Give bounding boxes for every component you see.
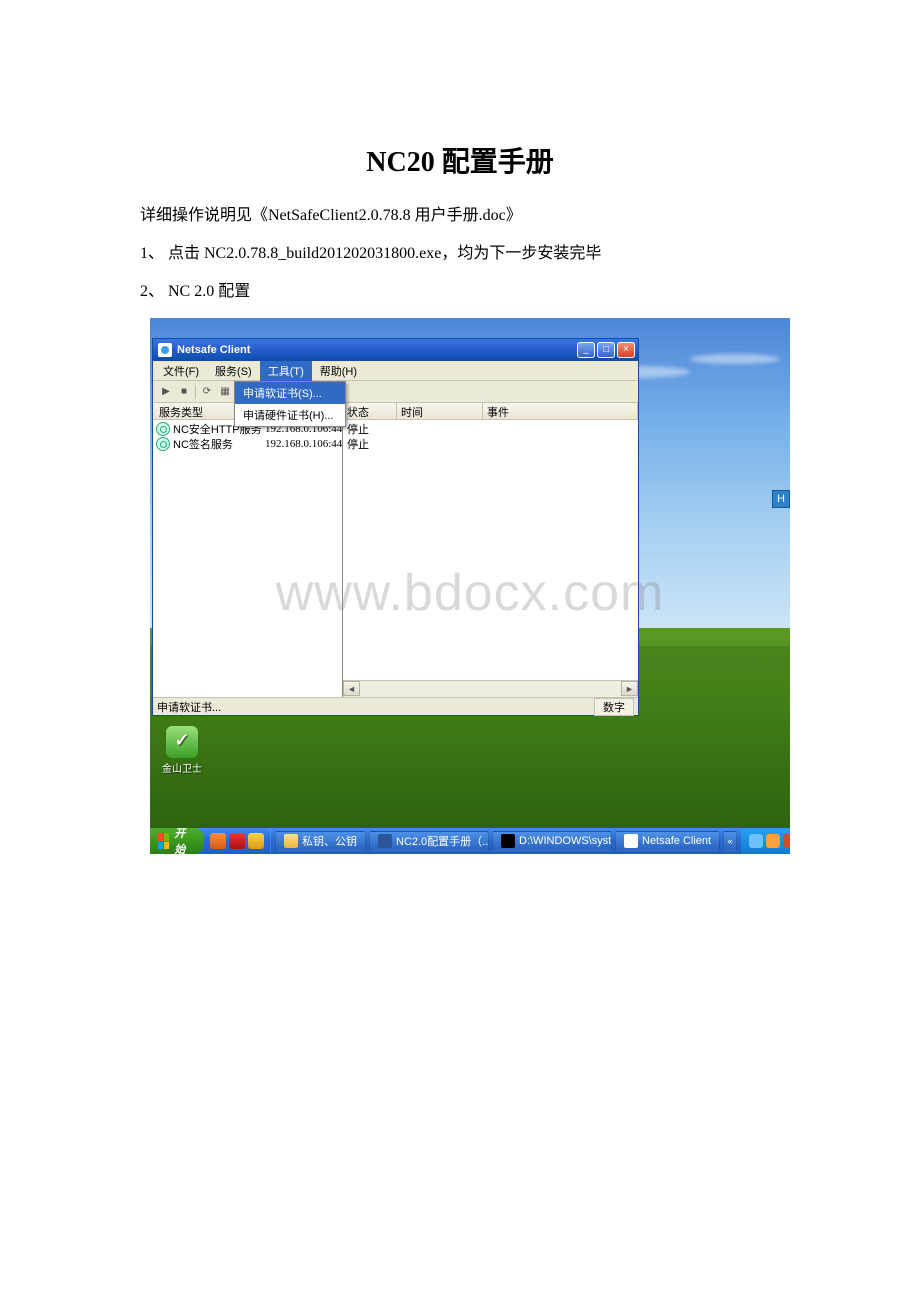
dropdown-apply-hard-cert[interactable]: 申请硬件证书(H)... — [235, 404, 345, 426]
quick-launch-icon[interactable] — [248, 833, 264, 849]
tray-icon[interactable] — [766, 834, 780, 848]
toolbar: ▶ ■ ⟳ ▦ — [153, 381, 638, 403]
toolbar-play-icon[interactable]: ▶ — [159, 385, 173, 399]
minimize-button[interactable]: _ — [577, 342, 595, 358]
word-icon — [378, 834, 392, 848]
menubar: 文件(F) 服务(S) 工具(T) 帮助(H) — [153, 361, 638, 381]
taskbar-button[interactable]: NC2.0配置手册（... — [369, 831, 489, 851]
right-pane: 状态 时间 事件 停止 停止 ◄ — [343, 403, 638, 697]
doc-step-2: 2、 NC 2.0 配置 — [140, 280, 780, 304]
windows-logo-icon — [158, 833, 169, 849]
start-label: 开始 — [174, 825, 190, 854]
horizontal-scrollbar[interactable]: ◄ ► — [343, 680, 638, 697]
status-row[interactable]: 停止 — [343, 421, 638, 436]
status-cell: 停止 — [343, 421, 397, 437]
menu-file[interactable]: 文件(F) — [155, 361, 207, 381]
service-icon — [156, 437, 170, 451]
system-tray: 17:15 — [741, 828, 790, 854]
content-panes: 服务类型 NC安全HTTP服务 192.168.0.106:446 NC签名服务… — [153, 403, 638, 697]
menu-tool[interactable]: 工具(T) — [260, 361, 312, 381]
doc-line-intro: 详细操作说明见《NetSafeClient2.0.78.8 用户手册.doc》 — [140, 204, 780, 228]
tray-icon[interactable] — [749, 834, 763, 848]
taskbar-button-label: 私钥、公钥 — [302, 833, 357, 849]
left-pane: 服务类型 NC安全HTTP服务 192.168.0.106:446 NC签名服务… — [153, 403, 343, 697]
titlebar[interactable]: Netsafe Client _ □ × — [153, 339, 638, 361]
menu-help[interactable]: 帮助(H) — [312, 361, 365, 381]
scroll-track[interactable] — [360, 681, 621, 697]
scroll-left-icon[interactable]: ◄ — [343, 681, 360, 696]
menu-service[interactable]: 服务(S) — [207, 361, 260, 381]
app-icon — [624, 834, 638, 848]
scroll-right-icon[interactable]: ► — [621, 681, 638, 696]
taskbar-button[interactable]: D:\WINDOWS\syst... — [492, 831, 612, 851]
statusbar-left-text: 申请软证书... — [157, 699, 221, 715]
doc-title: NC20 配置手册 — [140, 140, 780, 180]
quick-launch-icon[interactable] — [229, 833, 245, 849]
service-addr: 192.168.0.106:446 — [265, 438, 342, 450]
close-button[interactable]: × — [617, 342, 635, 358]
window-title: Netsafe Client — [177, 344, 250, 356]
embedded-screenshot: H Netsafe Client _ □ × — [150, 318, 790, 854]
statusbar: 申请软证书... 数字 — [153, 697, 638, 715]
taskbar-button[interactable]: Netsafe Client — [615, 831, 720, 851]
taskbar-button[interactable]: 私钥、公钥 — [275, 831, 366, 851]
app-icon — [158, 343, 172, 357]
desktop-shortcut-label: 金山卫士 — [158, 760, 206, 775]
kingsoft-icon — [166, 726, 198, 758]
cmd-icon — [501, 834, 515, 848]
service-name: NC签名服务 — [173, 436, 265, 452]
dropdown-apply-soft-cert[interactable]: 申请软证书(S)... — [235, 382, 345, 404]
service-row[interactable]: NC签名服务 192.168.0.106:446 — [153, 436, 342, 451]
taskbar-button-label: Netsafe Client — [642, 835, 711, 847]
side-gadget[interactable]: H — [772, 490, 790, 508]
right-col-status[interactable]: 状态 — [343, 403, 397, 419]
folder-icon — [284, 834, 298, 848]
status-cell: 停止 — [343, 436, 397, 452]
right-col-event[interactable]: 事件 — [483, 403, 638, 419]
doc-step-1: 1、 点击 NC2.0.78.8_build201202031800.exe，均… — [140, 242, 780, 266]
toolbar-refresh-icon[interactable]: ⟳ — [200, 385, 214, 399]
right-col-time[interactable]: 时间 — [397, 403, 483, 419]
tray-icon[interactable] — [783, 834, 790, 848]
desktop-shortcut-kingsoft[interactable]: 金山卫士 — [158, 726, 206, 775]
taskbar: 开始 私钥、公钥 NC2.0配置手册（... D:\WINDOWS\sys — [150, 828, 790, 854]
taskbar-buttons: 私钥、公钥 NC2.0配置手册（... D:\WINDOWS\syst... N… — [271, 828, 741, 854]
taskbar-button-label: NC2.0配置手册（... — [396, 833, 489, 849]
toolbar-stop-icon[interactable]: ■ — [177, 385, 191, 399]
statusbar-numeric: 数字 — [594, 698, 634, 716]
tool-dropdown: 申请软证书(S)... 申请硬件证书(H)... — [234, 381, 346, 427]
quick-launch — [204, 828, 271, 854]
app-window: Netsafe Client _ □ × 文件(F) 服务(S) 工具(T) 帮… — [152, 338, 639, 716]
start-button[interactable]: 开始 — [150, 828, 204, 854]
maximize-button[interactable]: □ — [597, 342, 615, 358]
taskbar-collapse-icon[interactable]: « — [723, 831, 737, 851]
service-icon — [156, 422, 170, 436]
status-row[interactable]: 停止 — [343, 436, 638, 451]
taskbar-button-label: D:\WINDOWS\syst... — [519, 835, 612, 847]
toolbar-page-icon[interactable]: ▦ — [218, 385, 232, 399]
quick-launch-icon[interactable] — [210, 833, 226, 849]
